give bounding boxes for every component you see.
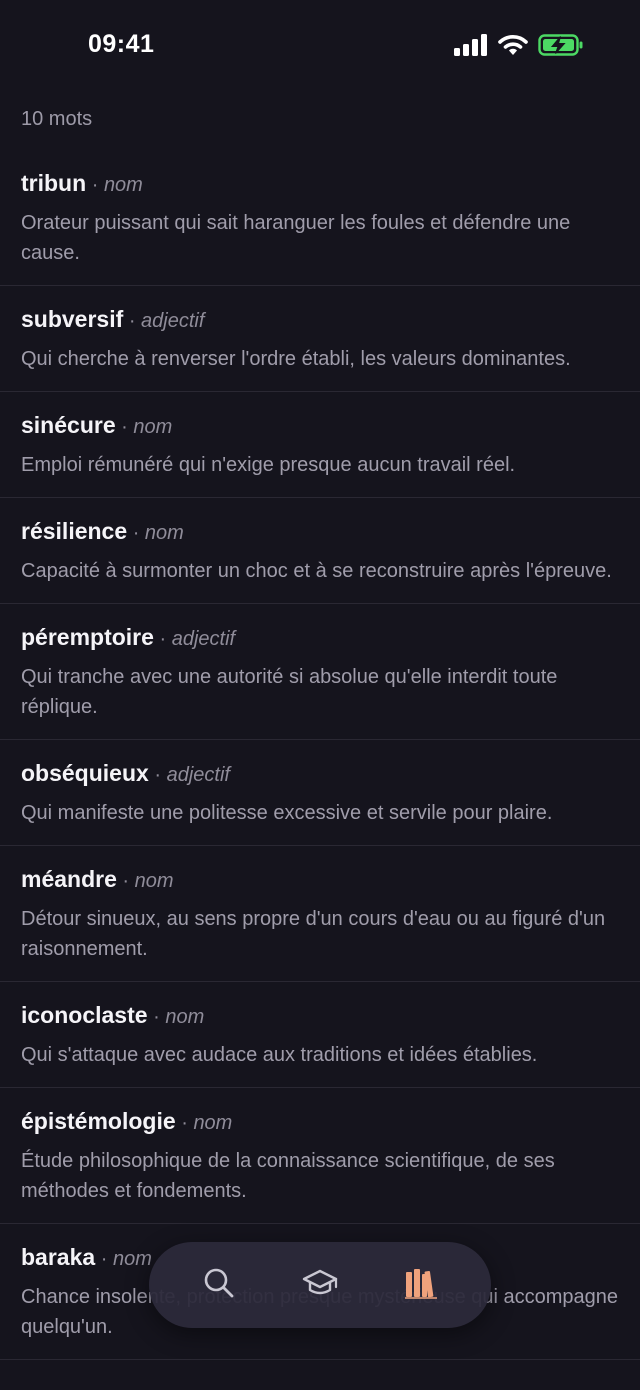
word-list-item[interactable]: iconoclaste · nom Qui s'attaque avec aud… (0, 982, 640, 1088)
word-part-of-speech: nom (165, 1006, 205, 1028)
word-part-of-speech: adjectif (166, 764, 230, 786)
word-list-item[interactable]: péremptoire · adjectif Qui tranche avec … (0, 604, 640, 740)
status-time: 09:41 (88, 30, 155, 58)
word-term: péremptoire (21, 624, 154, 650)
word-separator: · (127, 522, 145, 544)
word-list-item[interactable]: méandre · nom Détour sinueux, au sens pr… (0, 846, 640, 982)
word-definition: Qui cherche à renverser l'ordre établi, … (21, 348, 571, 370)
library-books-icon (403, 1266, 439, 1305)
word-list-item[interactable]: sinécure · nom Emploi rémunéré qui n'exi… (0, 392, 640, 498)
word-list-item[interactable]: tribun · nom Orateur puissant qui sait h… (0, 150, 640, 286)
word-separator: · (175, 1112, 194, 1134)
word-list-item[interactable]: subversif · adjectif Qui cherche à renve… (0, 286, 640, 392)
word-heading: obséquieux · adjectif (21, 758, 619, 792)
status-bar: 09:41 (0, 0, 640, 96)
word-separator: · (95, 1248, 113, 1270)
word-list-item[interactable]: épistémologie · nom Étude philosophique … (0, 1088, 640, 1224)
word-definition: Étude philosophique de la connaissance s… (21, 1150, 555, 1202)
word-heading: iconoclaste · nom (21, 1000, 619, 1034)
word-definition: Qui s'attaque avec audace aux traditions… (21, 1044, 538, 1066)
tab-learn[interactable] (288, 1253, 352, 1317)
tab-search[interactable] (187, 1253, 251, 1317)
word-definition: Détour sinueux, au sens propre d'un cour… (21, 908, 606, 960)
search-icon (202, 1266, 236, 1305)
cellular-signal-icon (454, 34, 488, 61)
word-heading: sinécure · nom (21, 410, 619, 444)
word-term: méandre (21, 866, 117, 892)
word-heading: méandre · nom (21, 864, 619, 898)
word-term: subversif (21, 306, 124, 332)
word-separator: · (116, 870, 135, 892)
word-part-of-speech: nom (112, 1248, 152, 1270)
word-part-of-speech: nom (144, 522, 184, 544)
word-count-label: 10 mots (21, 108, 93, 130)
word-definition: Capacité à surmonter un choc et à se rec… (21, 560, 612, 582)
word-term: tribun (21, 170, 87, 196)
word-list-item[interactable]: résilience · nom Capacité à surmonter un… (0, 498, 640, 604)
tab-library[interactable] (389, 1253, 453, 1317)
status-icons (454, 34, 584, 61)
word-part-of-speech: nom (133, 416, 173, 438)
word-term: sinécure (21, 412, 116, 438)
word-part-of-speech: adjectif (171, 628, 236, 650)
word-list-item[interactable]: obséquieux · adjectif Qui manifeste une … (0, 740, 640, 846)
word-definition: Qui tranche avec une autorité si absolue… (21, 666, 558, 718)
word-heading: péremptoire · adjectif (21, 622, 619, 656)
word-separator: · (147, 1006, 166, 1028)
word-part-of-speech: nom (103, 174, 143, 196)
word-heading: tribun · nom (21, 168, 619, 202)
word-term: résilience (21, 518, 128, 544)
word-definition: Qui manifeste une politesse excessive et… (21, 802, 553, 824)
word-definition: Emploi rémunéré qui n'exige presque aucu… (21, 454, 516, 476)
word-separator: · (115, 416, 134, 438)
battery-charging-icon (538, 34, 584, 61)
word-term: épistémologie (21, 1108, 176, 1134)
word-separator: · (153, 628, 172, 650)
word-separator: · (148, 764, 167, 786)
word-definition: Orateur puissant qui sait haranguer les … (21, 212, 571, 264)
word-separator: · (86, 174, 104, 196)
word-term: iconoclaste (21, 1002, 148, 1028)
word-heading: épistémologie · nom (21, 1106, 619, 1140)
word-separator: · (123, 310, 142, 332)
word-heading: subversif · adjectif (21, 304, 619, 338)
word-part-of-speech: adjectif (141, 310, 205, 332)
wifi-icon (498, 34, 528, 61)
graduation-cap-icon (301, 1266, 339, 1305)
word-part-of-speech: nom (193, 1112, 233, 1134)
word-list: tribun · nom Orateur puissant qui sait h… (0, 150, 640, 1360)
floating-tab-bar (149, 1242, 491, 1328)
word-part-of-speech: nom (134, 870, 174, 892)
word-term: obséquieux (21, 760, 149, 786)
word-heading: résilience · nom (21, 516, 619, 550)
word-term: baraka (21, 1244, 96, 1270)
